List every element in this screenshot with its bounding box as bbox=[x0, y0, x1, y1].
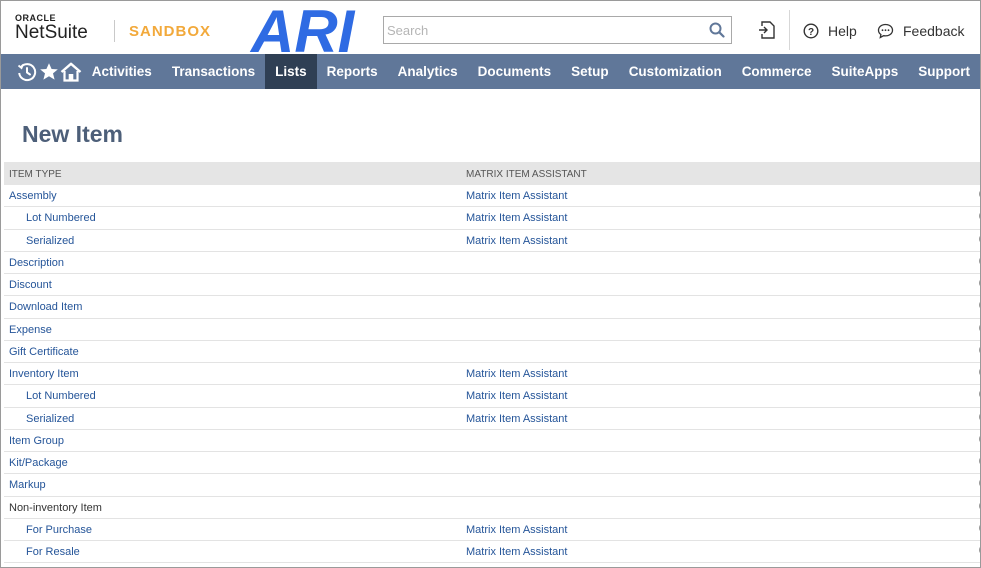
table-row: Kit/Package bbox=[4, 452, 980, 475]
column-header-matrix-assistant[interactable]: MATRIX ITEM ASSISTANT bbox=[466, 169, 587, 180]
nav-commerce[interactable]: Commerce bbox=[732, 54, 822, 89]
table-row: Download Item bbox=[4, 296, 980, 319]
help-icon: ? bbox=[803, 23, 819, 39]
logo-divider bbox=[114, 20, 115, 42]
table-row: For Resale Matrix Item Assistant bbox=[4, 541, 980, 564]
search-icon[interactable] bbox=[709, 22, 725, 38]
table-row: Expense bbox=[4, 319, 980, 341]
matrix-item-assistant-link[interactable]: Matrix Item Assistant bbox=[466, 368, 567, 380]
table-row: Inventory Item Matrix Item Assistant bbox=[4, 363, 980, 386]
item-type-link[interactable]: Serialized bbox=[26, 235, 74, 247]
nav-customization[interactable]: Customization bbox=[619, 54, 732, 89]
table-row: Gift Certificate bbox=[4, 341, 980, 363]
nav-lists[interactable]: Lists bbox=[265, 54, 317, 89]
item-type-link[interactable]: Discount bbox=[9, 279, 52, 291]
help-link[interactable]: ? Help bbox=[803, 22, 857, 40]
table-row: For Purchase Matrix Item Assistant bbox=[4, 519, 980, 541]
item-type-link[interactable]: Lot Numbered bbox=[26, 390, 96, 402]
table-row: Item Group bbox=[4, 430, 980, 452]
create-new-icon[interactable] bbox=[758, 20, 776, 40]
svg-text:?: ? bbox=[808, 27, 814, 38]
item-type-table: ITEM TYPE MATRIX ITEM ASSISTANT Assembly… bbox=[4, 162, 980, 564]
matrix-item-assistant-link[interactable]: Matrix Item Assistant bbox=[466, 546, 567, 558]
top-header: ORACLE NetSuite SANDBOX ARI ? Help bbox=[1, 1, 980, 55]
page-title: New Item bbox=[22, 121, 123, 147]
item-type-link[interactable]: Gift Certificate bbox=[9, 346, 79, 358]
nav-suiteapps[interactable]: SuiteApps bbox=[821, 54, 908, 89]
main-navigation: Activities Transactions Lists Reports An… bbox=[1, 54, 980, 89]
nav-activities[interactable]: Activities bbox=[82, 54, 162, 89]
column-header-item-type[interactable]: ITEM TYPE bbox=[9, 169, 62, 180]
matrix-item-assistant-link[interactable]: Matrix Item Assistant bbox=[466, 190, 567, 202]
feedback-icon bbox=[877, 23, 894, 39]
home-icon[interactable] bbox=[60, 54, 82, 89]
matrix-item-assistant-link[interactable]: Matrix Item Assistant bbox=[466, 212, 567, 224]
netsuite-logo[interactable]: ORACLE NetSuite bbox=[15, 14, 88, 43]
table-row: Discount bbox=[4, 274, 980, 297]
recent-records-icon[interactable] bbox=[16, 54, 38, 89]
item-type-link[interactable]: Assembly bbox=[9, 190, 57, 202]
table-row: Description bbox=[4, 252, 980, 274]
item-type-link[interactable]: Kit/Package bbox=[9, 457, 68, 469]
nav-transactions[interactable]: Transactions bbox=[162, 54, 265, 89]
nav-analytics[interactable]: Analytics bbox=[388, 54, 468, 89]
item-type-link[interactable]: Lot Numbered bbox=[26, 212, 96, 224]
nav-support[interactable]: Support bbox=[908, 54, 980, 89]
environment-badge: SANDBOX bbox=[129, 23, 212, 40]
global-search bbox=[383, 16, 732, 44]
nav-documents[interactable]: Documents bbox=[468, 54, 562, 89]
item-type-link[interactable]: Serialized bbox=[26, 413, 74, 425]
search-input[interactable] bbox=[384, 17, 704, 43]
item-type-link[interactable]: Item Group bbox=[9, 435, 64, 447]
item-type-link[interactable]: Description bbox=[9, 257, 64, 269]
nav-reports[interactable]: Reports bbox=[317, 54, 388, 89]
logo-product-text: NetSuite bbox=[15, 22, 88, 43]
table-row: Markup bbox=[4, 474, 980, 497]
item-type-link[interactable]: For Purchase bbox=[26, 524, 92, 536]
ari-logo: ARI bbox=[249, 3, 356, 55]
table-row: Lot Numbered Matrix Item Assistant bbox=[4, 207, 980, 230]
header-divider bbox=[789, 10, 790, 50]
table-row: Serialized Matrix Item Assistant bbox=[4, 408, 980, 430]
ari-logo-text: ARI bbox=[249, 3, 356, 55]
item-type-link[interactable]: Download Item bbox=[9, 301, 82, 313]
feedback-link[interactable]: Feedback bbox=[877, 22, 964, 40]
matrix-item-assistant-link[interactable]: Matrix Item Assistant bbox=[466, 524, 567, 536]
favorites-star-icon[interactable] bbox=[38, 54, 60, 89]
table-row: Lot Numbered Matrix Item Assistant bbox=[4, 385, 980, 408]
nav-setup[interactable]: Setup bbox=[561, 54, 619, 89]
item-type-link: Non-inventory Item bbox=[9, 501, 102, 514]
matrix-item-assistant-link[interactable]: Matrix Item Assistant bbox=[466, 390, 567, 402]
item-type-link[interactable]: Expense bbox=[9, 324, 52, 336]
item-type-link[interactable]: Inventory Item bbox=[9, 368, 79, 380]
item-type-link[interactable]: Markup bbox=[9, 479, 46, 491]
table-row: Serialized Matrix Item Assistant bbox=[4, 230, 980, 252]
matrix-item-assistant-link[interactable]: Matrix Item Assistant bbox=[466, 413, 567, 425]
table-body: Assembly Matrix Item Assistant Lot Numbere… bbox=[4, 185, 980, 564]
matrix-item-assistant-link[interactable]: Matrix Item Assistant bbox=[466, 235, 567, 247]
table-row: Non-inventory Item bbox=[4, 497, 980, 519]
help-label: Help bbox=[828, 23, 857, 39]
table-header: ITEM TYPE MATRIX ITEM ASSISTANT bbox=[4, 162, 980, 185]
item-type-link[interactable]: For Resale bbox=[26, 546, 80, 558]
netsuite-window: ORACLE NetSuite SANDBOX ARI ? Help bbox=[0, 0, 981, 568]
table-row: Assembly Matrix Item Assistant bbox=[4, 185, 980, 208]
feedback-label: Feedback bbox=[903, 23, 965, 39]
